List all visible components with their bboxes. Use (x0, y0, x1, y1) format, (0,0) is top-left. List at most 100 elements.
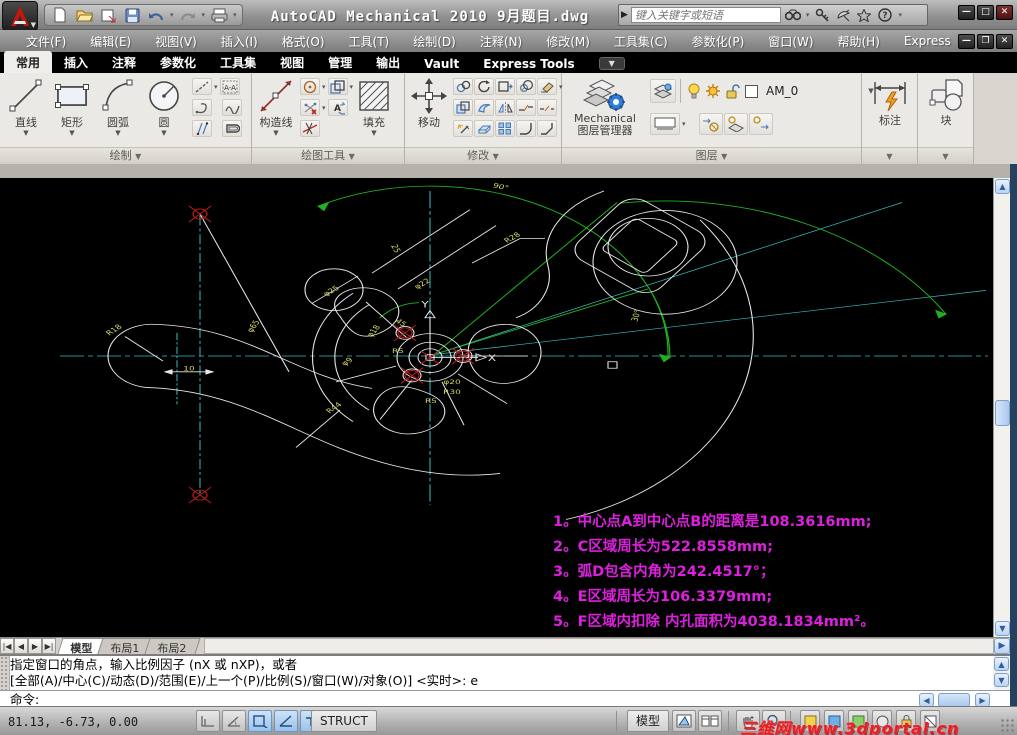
polyline-mini-button[interactable] (192, 99, 212, 116)
break-mini-button[interactable] (516, 99, 536, 116)
center-circle-mini-button[interactable] (300, 78, 320, 95)
menu-view[interactable]: 视图(V) (143, 31, 209, 52)
command-scroll-down-button[interactable]: ▼ (994, 673, 1009, 687)
search-expand-icon[interactable]: ▶ (621, 10, 628, 20)
otrack-toggle[interactable] (274, 710, 298, 732)
copy-mini-button[interactable] (453, 78, 473, 95)
menu-express[interactable]: Express (892, 32, 963, 50)
erase-points-mini-button[interactable] (300, 99, 320, 116)
command-scroll-left-button[interactable]: ◀ (919, 693, 934, 707)
rotate-mini-button[interactable] (474, 78, 494, 95)
construction-line-mini-button[interactable] (192, 78, 212, 95)
minimize-button[interactable]: — (958, 5, 975, 20)
copy-object-mini-button[interactable] (327, 78, 348, 95)
drawtools-panel-title[interactable]: 绘图工具 ▼ (252, 147, 404, 164)
menu-window[interactable]: 窗口(W) (756, 31, 825, 52)
layout-button[interactable] (672, 710, 696, 732)
maximize-button[interactable]: □ (977, 5, 994, 20)
scale-mini-button[interactable] (516, 78, 536, 95)
ribbon-tab-vault[interactable]: Vault (412, 54, 471, 73)
ribbon-tab-toolsets[interactable]: 工具集 (208, 51, 268, 73)
circle-button[interactable]: 圆 ▼ (142, 76, 186, 144)
menu-parametric[interactable]: 参数化(P) (680, 31, 757, 52)
multiline-mini-button[interactable] (192, 120, 212, 137)
menu-edit[interactable]: 编辑(E) (78, 31, 143, 52)
ribbon-tab-annotate[interactable]: 注释 (100, 51, 148, 73)
chamfer-mini-button[interactable] (537, 120, 557, 137)
layout2-tab[interactable]: 布局2 (144, 638, 201, 655)
dimension-button[interactable]: 标注 (868, 76, 912, 144)
search-input[interactable] (630, 7, 781, 23)
menu-tools[interactable]: 工具(T) (337, 31, 402, 52)
last-tab-button[interactable]: ▶| (42, 638, 56, 654)
3d-mini-button[interactable] (474, 120, 494, 137)
layer-on-icon[interactable] (685, 83, 703, 99)
vertical-scrollbar[interactable]: ▲ ▼ (993, 178, 1010, 637)
join-mini-button[interactable] (474, 99, 494, 116)
doc-close-button[interactable]: ✕ (996, 34, 1013, 49)
menu-modify[interactable]: 修改(M) (534, 31, 602, 52)
object-color-button[interactable] (650, 113, 680, 135)
scroll-up-button[interactable]: ▲ (995, 179, 1010, 194)
polar-toggle[interactable] (222, 710, 246, 732)
ortho-toggle[interactable] (196, 710, 220, 732)
block-panel-title[interactable]: ▼ (918, 147, 973, 164)
layer-freeze-button[interactable] (723, 113, 748, 135)
command-hscroll-thumb[interactable] (938, 693, 970, 707)
scroll-down-button[interactable]: ▼ (995, 621, 1010, 636)
object-color-dropdown[interactable]: ▾ (681, 120, 687, 128)
erase-mini-button[interactable] (537, 78, 557, 95)
doc-minimize-button[interactable]: — (958, 34, 975, 49)
doc-restore-button[interactable]: ❐ (977, 34, 994, 49)
menu-toolsets[interactable]: 工具集(C) (602, 31, 680, 52)
help-button[interactable]: ? (876, 7, 894, 23)
ribbon-minimize-button[interactable]: ▼ (598, 57, 625, 70)
resize-grip[interactable] (1001, 719, 1015, 733)
first-tab-button[interactable]: |◀ (0, 638, 14, 654)
drawtools-dd1[interactable]: ▾ (321, 83, 327, 91)
rectangle-button[interactable]: 矩形 ▼ (50, 76, 94, 144)
menu-insert[interactable]: 插入(I) (209, 31, 270, 52)
move-button[interactable]: 移动 (407, 76, 451, 144)
menu-format[interactable]: 格式(O) (270, 31, 337, 52)
struct-button[interactable]: STRUCT (311, 710, 377, 732)
menu-file[interactable]: 文件(F) (14, 31, 78, 52)
horizontal-scrollbar-track[interactable] (204, 638, 994, 654)
modify-panel-title[interactable]: 修改 ▼ (405, 147, 561, 164)
layer-unlock-icon[interactable] (723, 83, 741, 99)
close-button[interactable]: ✕ (996, 5, 1013, 20)
region-mini-button[interactable] (222, 120, 242, 137)
quick-view-layouts-button[interactable] (698, 710, 722, 732)
ribbon-tab-parametric[interactable]: 参数化 (148, 51, 208, 73)
ribbon-tab-insert[interactable]: 插入 (52, 51, 100, 73)
section-line-mini-button[interactable] (300, 120, 320, 137)
offset-mini-button[interactable] (453, 99, 473, 116)
stretch-mini-button[interactable] (495, 78, 515, 95)
command-history[interactable]: 指定窗口的角点，输入比例因子 (nX 或 nXP)，或者 [全部(A)/中心(C… (10, 657, 992, 689)
block-button[interactable]: 块 (924, 76, 968, 144)
command-scroll-right-button[interactable]: ▶ (975, 693, 990, 707)
vertical-scroll-thumb[interactable] (995, 400, 1010, 426)
layer-states-button[interactable] (650, 79, 676, 103)
ribbon-tab-manage[interactable]: 管理 (316, 51, 364, 73)
drawtools-dd3[interactable]: ▾ (321, 104, 327, 112)
draw-panel-title[interactable]: 绘制 ▼ (0, 147, 251, 164)
osnap-toggle[interactable] (248, 710, 272, 732)
layer-manager-button[interactable]: Mechanical 图层管理器 (566, 76, 644, 144)
layer-color-swatch[interactable] (745, 84, 758, 98)
ribbon-tab-output[interactable]: 输出 (364, 51, 412, 73)
mirror-mini-button[interactable] (495, 99, 515, 116)
command-scroll-up-button[interactable]: ▲ (994, 657, 1009, 671)
fillet-mini-button[interactable] (516, 120, 536, 137)
menu-help[interactable]: 帮助(H) (826, 31, 892, 52)
command-scrollbar[interactable]: ▲ ▼ (993, 656, 1010, 690)
text-align-mini-button[interactable]: A-A (219, 78, 240, 95)
dimension-panel-title[interactable]: ▼ (862, 147, 917, 164)
coordinate-display[interactable]: 81.13, -6.73, 0.00 (8, 715, 138, 729)
prev-tab-button[interactable]: ◀ (14, 638, 28, 654)
drawing-canvas[interactable]: R18 10 φ65 φ25 φ22 R28 25 φ18 φ9 R44 R5 φ20 R30 R5 45 9… (0, 178, 993, 637)
layer-thaw-icon[interactable] (704, 83, 722, 99)
search-button[interactable] (784, 7, 802, 23)
layers-panel-title[interactable]: 图层 ▼ (562, 147, 861, 164)
communication-center-button[interactable] (834, 7, 852, 23)
